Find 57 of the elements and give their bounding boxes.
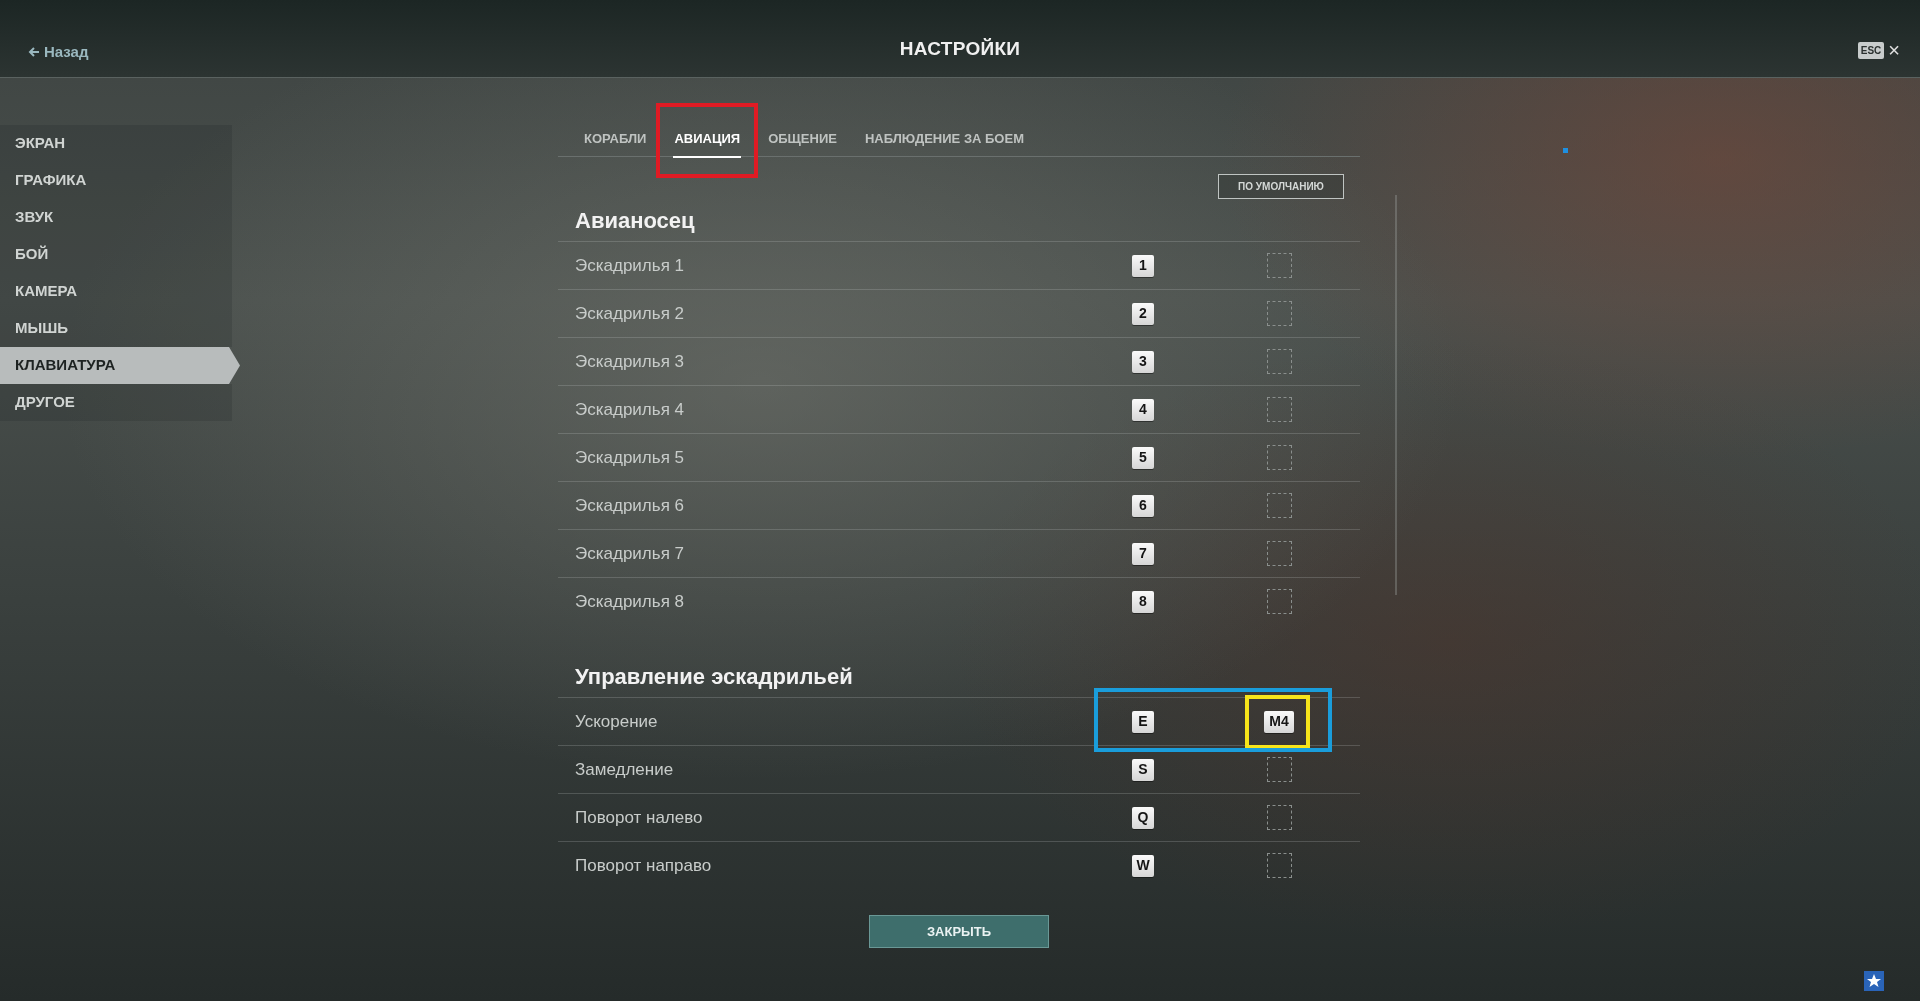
key-binding[interactable]: 2	[1132, 302, 1154, 325]
empty-key-slot[interactable]	[1266, 757, 1292, 782]
section-title: Управление эскадрильей	[574, 662, 854, 691]
sidebar-item[interactable]: ЭКРАН	[0, 125, 232, 162]
arrow-left-icon	[28, 46, 40, 59]
key-binding[interactable]: 3	[1132, 350, 1154, 373]
setting-label: Эскадрилья 3	[575, 350, 685, 373]
back-link[interactable]: Назад	[22, 40, 95, 65]
key-binding[interactable]: 1	[1132, 254, 1154, 277]
setting-label: Поворот налево	[575, 806, 704, 829]
key-binding[interactable]: 5	[1132, 446, 1154, 469]
key-binding[interactable]: M4	[1264, 710, 1294, 733]
setting-label: Ускорение	[575, 710, 659, 733]
key-binding[interactable]: 8	[1132, 590, 1154, 613]
key-binding[interactable]: 7	[1132, 542, 1154, 565]
empty-key-slot[interactable]	[1266, 541, 1292, 566]
empty-key-slot[interactable]	[1266, 349, 1292, 374]
empty-key-slot[interactable]	[1266, 445, 1292, 470]
key-binding[interactable]: 4	[1132, 398, 1154, 421]
key-binding[interactable]: W	[1132, 854, 1154, 877]
sidebar-item[interactable]: ДРУГОЕ	[0, 384, 232, 421]
sidebar-item[interactable]: МЫШЬ	[0, 310, 232, 347]
setting-label: Эскадрилья 8	[575, 590, 685, 613]
default-button[interactable]: ПО УМОЛЧАНИЮ	[1218, 174, 1344, 199]
key-binding[interactable]: E	[1132, 710, 1154, 733]
setting-label: Эскадрилья 5	[575, 446, 685, 469]
key-binding[interactable]: 6	[1132, 494, 1154, 517]
key-binding[interactable]: S	[1132, 758, 1154, 781]
setting-label: Замедление	[575, 758, 675, 781]
tab[interactable]: АВИАЦИЯ	[660, 120, 755, 157]
setting-label: Эскадрилья 1	[575, 254, 685, 277]
setting-label: Эскадрилья 7	[575, 542, 685, 565]
window-title: НАСТРОЙКИ	[899, 37, 1021, 62]
sidebar-item[interactable]: ГРАФИКА	[0, 162, 232, 199]
empty-key-slot[interactable]	[1266, 853, 1292, 878]
sidebar-item[interactable]: КАМЕРА	[0, 273, 232, 310]
key-binding[interactable]: Q	[1132, 806, 1154, 829]
close-button[interactable]: ×	[1888, 40, 1900, 60]
sidebar-item[interactable]: ЗВУК	[0, 199, 232, 236]
tab[interactable]: КОРАБЛИ	[570, 120, 661, 157]
empty-key-slot[interactable]	[1266, 805, 1292, 830]
empty-key-slot[interactable]	[1266, 301, 1292, 326]
empty-key-slot[interactable]	[1266, 589, 1292, 614]
setting-label: Поворот направо	[575, 854, 713, 877]
setting-label: Эскадрилья 6	[575, 494, 685, 517]
setting-label: Эскадрилья 2	[575, 302, 685, 325]
empty-key-slot[interactable]	[1266, 397, 1292, 422]
tab[interactable]: НАБЛЮДЕНИЕ ЗА БОЕМ	[850, 120, 1038, 157]
esc-key: ESC	[1857, 41, 1885, 59]
close-button[interactable]: ЗАКРЫТЬ	[869, 915, 1049, 948]
empty-key-slot[interactable]	[1266, 493, 1292, 518]
sidebar-item[interactable]: КЛАВИАТУРА	[0, 347, 240, 384]
setting-label: Эскадрилья 4	[575, 398, 685, 421]
section-title: Авианосец	[574, 206, 696, 235]
sidebar-item[interactable]: БОЙ	[0, 236, 232, 273]
tab[interactable]: ОБЩЕНИЕ	[754, 120, 851, 157]
empty-key-slot[interactable]	[1266, 253, 1292, 278]
